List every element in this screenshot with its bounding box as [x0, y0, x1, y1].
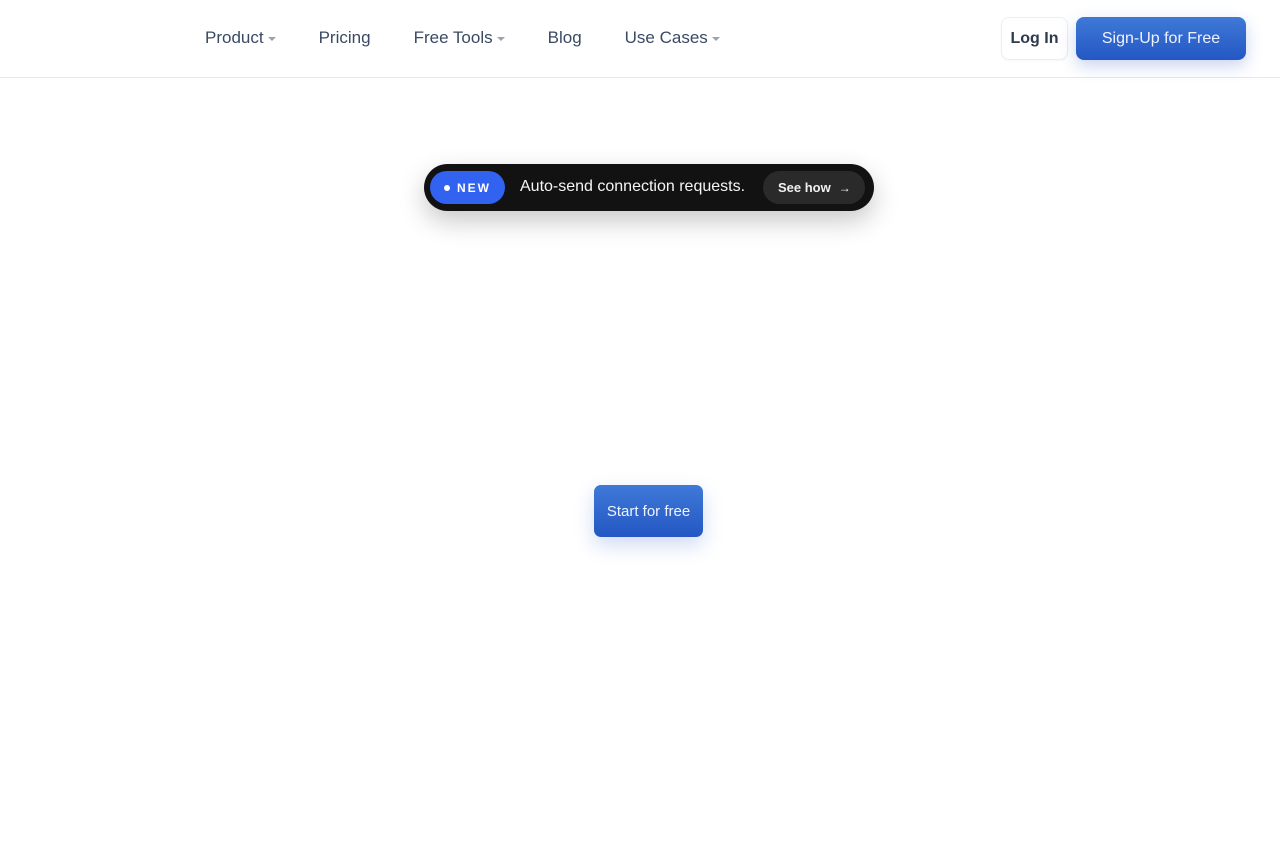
nav-item-label: Free Tools: [413, 28, 493, 47]
arrow-right-icon: →: [838, 180, 851, 195]
signup-button[interactable]: Sign-Up for Free: [1076, 17, 1246, 60]
nav-item-label: Use Cases: [624, 28, 708, 47]
dot-icon: [444, 184, 450, 191]
start-for-free-button[interactable]: Start for free: [594, 485, 703, 537]
nav-item-use-cases[interactable]: Use Cases: [625, 26, 720, 50]
nav-item-free-tools[interactable]: Free Tools: [414, 26, 505, 50]
main-nav: Product Pricing Free Tools Blog Use Case…: [205, 26, 763, 50]
nav-item-label: Pricing: [318, 28, 371, 47]
nav-item-label: Product: [205, 28, 264, 47]
caret-down-icon: [496, 37, 505, 41]
nav-item-product[interactable]: Product: [205, 26, 276, 50]
nav-item-pricing[interactable]: Pricing: [319, 26, 371, 50]
announcement-pill: NEW Auto-send connection requests. See h…: [424, 164, 874, 211]
announcement-text: Auto-send connection requests.: [520, 178, 746, 195]
login-button[interactable]: Log In: [1001, 17, 1068, 60]
caret-down-icon: [711, 37, 720, 41]
nav-item-blog[interactable]: Blog: [548, 26, 582, 50]
see-how-link[interactable]: See how →: [763, 171, 865, 204]
new-badge: NEW: [430, 171, 505, 204]
see-how-label: See how: [778, 180, 831, 195]
new-badge-label: NEW: [457, 180, 491, 195]
nav-item-label: Blog: [547, 28, 582, 47]
caret-down-icon: [267, 37, 276, 41]
top-navigation-bar: Product Pricing Free Tools Blog Use Case…: [0, 0, 1280, 78]
